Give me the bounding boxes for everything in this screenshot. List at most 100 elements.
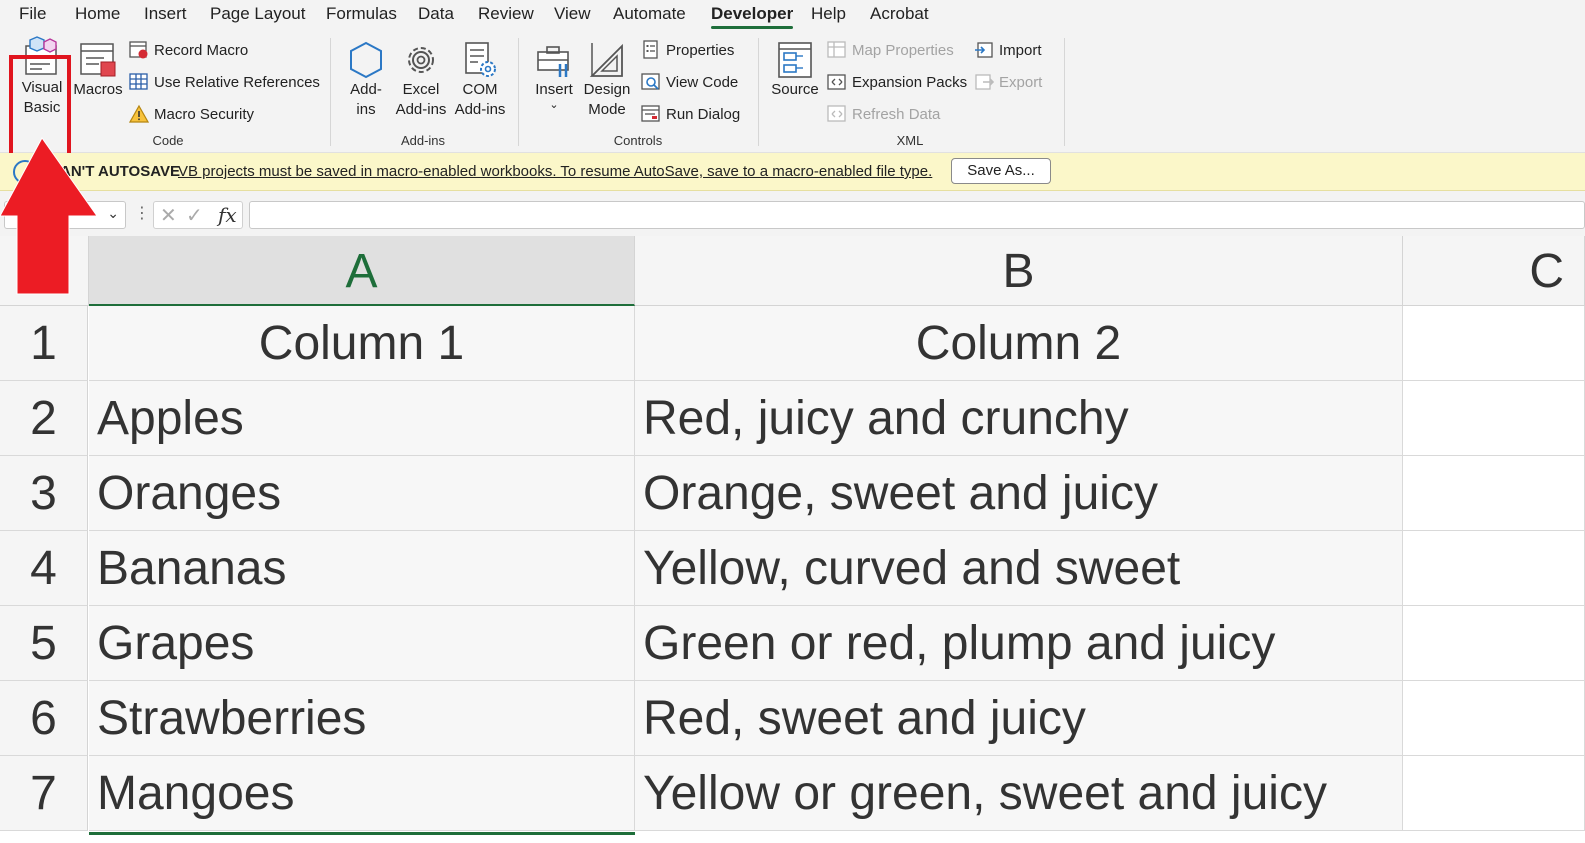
cancel-icon[interactable]: ✕ <box>160 203 177 228</box>
properties-icon <box>643 40 658 59</box>
view-code-icon <box>641 73 660 90</box>
map-properties-label: Map Properties <box>852 41 954 59</box>
cell-b3[interactable]: Orange, sweet and juicy <box>635 456 1403 531</box>
cell-c7[interactable] <box>1403 756 1585 831</box>
com-add-ins-button[interactable]: COM Add-ins <box>452 40 508 120</box>
autosave-message-bar: AN'T AUTOSAVE VB projects must be saved … <box>0 153 1585 191</box>
export-button[interactable]: Export <box>974 69 1042 95</box>
formula-bar-grip[interactable]: ⋮ <box>134 205 150 223</box>
excel-add-ins-button[interactable]: Excel Add-ins <box>393 40 449 120</box>
cell-a1[interactable]: Column 1 <box>89 306 635 381</box>
cell-c4[interactable] <box>1403 531 1585 606</box>
source-button[interactable]: Source <box>768 40 822 100</box>
add-ins-label: Add- ins <box>350 81 382 118</box>
row-header[interactable]: 3 <box>0 456 88 531</box>
expansion-packs-button[interactable]: Expansion Packs <box>827 69 967 95</box>
cell-a7[interactable]: Mangoes <box>89 756 635 831</box>
message-link[interactable]: VB projects must be saved in macro-enabl… <box>178 163 932 180</box>
row-header[interactable]: 5 <box>0 606 88 681</box>
properties-button[interactable]: Properties <box>641 37 734 63</box>
tab-help[interactable]: Help <box>811 3 846 27</box>
cell-c6[interactable] <box>1403 681 1585 756</box>
tab-home[interactable]: Home <box>75 3 120 27</box>
cell-c2[interactable] <box>1403 381 1585 456</box>
com-add-ins-label: COM Add-ins <box>454 81 506 118</box>
run-dialog-icon <box>641 105 660 122</box>
row-header[interactable]: 6 <box>0 681 88 756</box>
refresh-data-button[interactable]: Refresh Data <box>827 101 940 127</box>
view-code-button[interactable]: View Code <box>641 69 738 95</box>
use-relative-references-button[interactable]: Use Relative References <box>129 69 320 95</box>
tab-view[interactable]: View <box>554 3 591 27</box>
ribbon: Visual Basic Macros Record Macro Use Rel… <box>0 30 1585 159</box>
macro-security-label: Macro Security <box>154 105 255 123</box>
row-header[interactable]: 7 <box>0 756 88 831</box>
tab-data[interactable]: Data <box>418 3 454 27</box>
column-header-c[interactable]: C <box>1403 236 1585 306</box>
record-macro-button[interactable]: Record Macro <box>129 37 248 63</box>
cell-b1[interactable]: Column 2 <box>635 306 1403 381</box>
cell-b4[interactable]: Yellow, curved and sweet <box>635 531 1403 606</box>
cell-b6[interactable]: Red, sweet and juicy <box>635 681 1403 756</box>
group-label-xml: XML <box>896 133 924 148</box>
formula-input[interactable] <box>249 201 1585 229</box>
design-mode-button[interactable]: Design Mode <box>580 40 634 120</box>
run-dialog-label: Run Dialog <box>666 105 741 123</box>
warning-icon <box>129 104 149 123</box>
group-label-add-ins: Add-ins <box>400 133 446 148</box>
cell-a5[interactable]: Grapes <box>89 606 635 681</box>
excel-add-ins-label: Excel Add-ins <box>395 81 447 118</box>
menu-bar: File Home Insert Page Layout Formulas Da… <box>0 0 1585 30</box>
tab-developer[interactable]: Developer <box>711 3 794 29</box>
cell-a2[interactable]: Apples <box>89 381 635 456</box>
tab-insert[interactable]: Insert <box>144 3 187 27</box>
cell-b7[interactable]: Yellow or green, sweet and juicy <box>635 756 1403 831</box>
add-ins-button[interactable]: Add- ins <box>342 40 390 120</box>
formula-bar: ⌄ ⋮ ✕ ✓ fx <box>0 191 1585 236</box>
tab-formulas[interactable]: Formulas <box>326 3 397 27</box>
tab-automate[interactable]: Automate <box>613 3 686 27</box>
tab-page-layout[interactable]: Page Layout <box>210 3 305 27</box>
row-header[interactable]: 4 <box>0 531 88 606</box>
column-header-b[interactable]: B <box>635 236 1403 306</box>
source-label: Source <box>771 81 819 98</box>
cell-c3[interactable] <box>1403 456 1585 531</box>
tab-file[interactable]: File <box>19 3 46 27</box>
design-mode-icon <box>589 43 623 77</box>
column-header-a[interactable]: A <box>89 236 635 306</box>
save-as-button[interactable]: Save As... <box>951 158 1051 184</box>
group-label-controls: Controls <box>613 133 663 148</box>
toolbox-icon <box>537 46 569 77</box>
tab-acrobat[interactable]: Acrobat <box>870 3 929 27</box>
cell-c5[interactable] <box>1403 606 1585 681</box>
row-header[interactable]: 1 <box>0 306 88 381</box>
cell-a6[interactable]: Strawberries <box>89 681 635 756</box>
macro-security-button[interactable]: Macro Security <box>129 101 254 127</box>
import-button[interactable]: Import <box>974 37 1042 63</box>
cell-a3[interactable]: Oranges <box>89 456 635 531</box>
add-ins-icon <box>350 41 382 79</box>
run-dialog-button[interactable]: Run Dialog <box>641 101 740 127</box>
insert-control-button[interactable]: Insert ⌄ <box>531 40 577 111</box>
group-separator <box>1064 38 1065 146</box>
cell-c1[interactable] <box>1403 306 1585 381</box>
group-separator <box>758 38 759 146</box>
formula-controls: ✕ ✓ fx <box>153 201 243 229</box>
cell-a4[interactable]: Bananas <box>89 531 635 606</box>
expansion-packs-icon <box>827 74 846 90</box>
row-header[interactable]: 2 <box>0 381 88 456</box>
macros-button[interactable]: Macros <box>73 40 123 100</box>
macros-icon <box>80 43 116 77</box>
chevron-down-icon[interactable]: ⌄ <box>107 205 119 222</box>
check-icon[interactable]: ✓ <box>186 203 203 228</box>
map-properties-button[interactable]: Map Properties <box>827 37 954 63</box>
cell-b5[interactable]: Green or red, plump and juicy <box>635 606 1403 681</box>
cell-b2[interactable]: Red, juicy and crunchy <box>635 381 1403 456</box>
group-separator <box>518 38 519 146</box>
annotation-arrow-icon <box>0 137 98 295</box>
export-label: Export <box>999 73 1043 91</box>
properties-label: Properties <box>666 41 735 59</box>
tab-review[interactable]: Review <box>478 3 534 27</box>
insert-function-icon[interactable]: fx <box>218 203 237 227</box>
import-label: Import <box>999 41 1042 59</box>
